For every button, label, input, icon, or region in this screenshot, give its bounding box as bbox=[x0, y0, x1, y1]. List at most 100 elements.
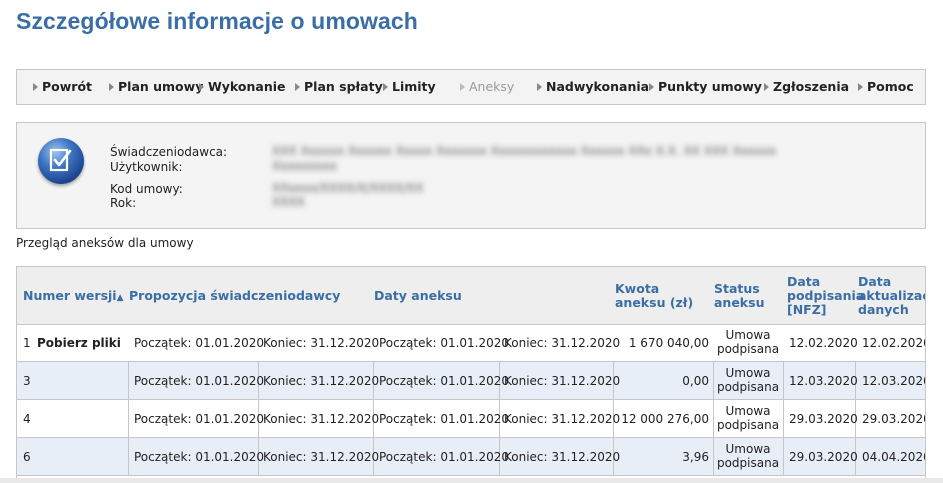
menu-label: Aneksy bbox=[469, 79, 515, 94]
end-label: Koniec: bbox=[504, 374, 548, 388]
start-label: Początek: bbox=[134, 374, 192, 388]
annex-amount: 1 670 040,00 bbox=[628, 336, 709, 350]
end-label: Koniec: bbox=[504, 450, 548, 464]
annex-end: 31.12.2020 bbox=[551, 412, 621, 426]
arrow-right-icon bbox=[649, 83, 654, 91]
table-caption: Przegląd aneksów dla umowy bbox=[16, 236, 194, 250]
document-check-icon bbox=[38, 138, 84, 184]
provider-value: XXX Xxxxxx Xxxxxx Xxxxx Xxxxxxx Xxxxxxxx… bbox=[272, 144, 777, 158]
update-date: 12.03.2020 bbox=[862, 374, 926, 388]
end-label: Koniec: bbox=[263, 336, 307, 350]
table-row: 4 Początek: 01.01.2020 Koniec: 31.12.202… bbox=[17, 400, 925, 438]
proposal-end: 31.12.2020 bbox=[310, 374, 380, 388]
menu-aneksy: Aneksy bbox=[460, 70, 514, 104]
arrow-right-icon bbox=[764, 83, 769, 91]
contract-info-box: Świadczeniodawca: Użytkownik: Kod umowy:… bbox=[16, 122, 926, 229]
annex-end: 31.12.2020 bbox=[551, 374, 621, 388]
arrow-right-icon bbox=[460, 83, 465, 91]
annex-end: 31.12.2020 bbox=[551, 336, 621, 350]
column-divider bbox=[783, 362, 784, 400]
menu-limity[interactable]: Limity bbox=[383, 70, 436, 104]
annex-start: 01.01.2020 bbox=[440, 374, 510, 388]
arrow-right-icon bbox=[858, 83, 863, 91]
update-date: 29.03.2020 bbox=[862, 412, 926, 426]
end-label: Koniec: bbox=[263, 374, 307, 388]
menu-plan-splaty[interactable]: Plan spłaty bbox=[295, 70, 383, 104]
version-number: 1 bbox=[23, 336, 31, 350]
start-label: Początek: bbox=[379, 374, 437, 388]
sort-asc-icon: ▲ bbox=[116, 293, 124, 303]
annex-start: 01.01.2020 bbox=[440, 450, 510, 464]
annex-status: Umowa podpisana bbox=[716, 328, 780, 356]
annex-amount: 3,96 bbox=[682, 450, 709, 464]
end-label: Koniec: bbox=[504, 336, 548, 350]
version-number: 4 bbox=[23, 412, 31, 426]
header-amount: Kwota aneksu (zł) bbox=[615, 281, 694, 310]
menu-label: Plan spłaty bbox=[304, 79, 383, 94]
menu-plan-umowy[interactable]: Plan umowy bbox=[109, 70, 203, 104]
page-title: Szczegółowe informacje o umowach bbox=[16, 8, 418, 34]
signed-date: 29.03.2020 bbox=[789, 450, 858, 464]
header-version-label: Numer wersji bbox=[23, 288, 117, 303]
annex-start: 01.01.2020 bbox=[440, 412, 510, 426]
end-label: Koniec: bbox=[263, 450, 307, 464]
version-number: 3 bbox=[23, 374, 31, 388]
header-status: Status aneksu bbox=[714, 281, 765, 310]
menu-zgloszenia[interactable]: Zgłoszenia bbox=[764, 70, 849, 104]
annex-status: Umowa podpisana bbox=[716, 442, 780, 470]
annex-table: Numer wersji▲ Propozycja świadczeniodawc… bbox=[16, 266, 926, 483]
header-version[interactable]: Numer wersji▲ bbox=[23, 289, 124, 305]
annex-status: Umowa podpisana bbox=[716, 366, 780, 394]
user-value: Xxxxxxxxx bbox=[272, 159, 338, 173]
user-label: Użytkownik: bbox=[110, 160, 183, 174]
column-divider bbox=[128, 438, 129, 476]
table-header: Numer wersji▲ Propozycja świadczeniodawc… bbox=[17, 267, 925, 325]
signed-date: 12.02.2020 bbox=[789, 336, 858, 350]
horizontal-scrollbar[interactable] bbox=[0, 478, 943, 483]
menu-punkty-umowy[interactable]: Punkty umowy bbox=[649, 70, 762, 104]
annex-status: Umowa podpisana bbox=[716, 404, 780, 432]
start-label: Początek: bbox=[379, 412, 437, 426]
contract-code-label: Kod umowy: bbox=[110, 182, 183, 196]
annex-amount: 12 000 276,00 bbox=[621, 412, 709, 426]
menu-wykonanie[interactable]: Wykonanie bbox=[199, 70, 286, 104]
proposal-start: 01.01.2020 bbox=[195, 336, 265, 350]
menu-label: Nadwykonania bbox=[546, 79, 650, 94]
update-date: 04.04.2020 bbox=[862, 450, 926, 464]
start-label: Początek: bbox=[134, 412, 192, 426]
arrow-right-icon bbox=[109, 83, 114, 91]
signed-date: 29.03.2020 bbox=[789, 412, 858, 426]
end-label: Koniec: bbox=[263, 412, 307, 426]
year-value: XXXX bbox=[272, 195, 305, 209]
signed-date: 12.03.2020 bbox=[789, 374, 858, 388]
menu-nadwykonania[interactable]: Nadwykonania bbox=[537, 70, 649, 104]
column-divider bbox=[713, 362, 714, 400]
proposal-start: 01.01.2020 bbox=[195, 450, 265, 464]
header-annex-dates: Daty aneksu bbox=[374, 288, 462, 303]
header-proposal: Propozycja świadczeniodawcy bbox=[129, 288, 341, 303]
arrow-right-icon bbox=[383, 83, 388, 91]
column-divider bbox=[783, 438, 784, 476]
arrow-right-icon bbox=[199, 83, 204, 91]
menu-label: Limity bbox=[392, 79, 436, 94]
top-menu: Powrót Plan umowy Wykonanie Plan spłaty … bbox=[16, 69, 926, 105]
column-divider bbox=[713, 400, 714, 438]
arrow-right-icon bbox=[537, 83, 542, 91]
column-divider bbox=[128, 400, 129, 438]
proposal-end: 31.12.2020 bbox=[310, 336, 380, 350]
menu-label: Zgłoszenia bbox=[773, 79, 850, 94]
arrow-right-icon bbox=[295, 83, 300, 91]
menu-pomoc[interactable]: Pomoc bbox=[858, 70, 914, 104]
header-signed-date: Data podpisania [NFZ] bbox=[787, 274, 865, 317]
table-row: 6 Początek: 01.01.2020 Koniec: 31.12.202… bbox=[17, 438, 925, 476]
annex-amount: 0,00 bbox=[682, 374, 709, 388]
start-label: Początek: bbox=[379, 336, 437, 350]
proposal-end: 31.12.2020 bbox=[310, 412, 380, 426]
menu-back[interactable]: Powrót bbox=[33, 70, 92, 104]
column-divider bbox=[713, 438, 714, 476]
contract-code-value: XXxxxx/XXXX/X/XXXX/XX bbox=[272, 181, 424, 195]
table-row: 3 Początek: 01.01.2020 Koniec: 31.12.202… bbox=[17, 362, 925, 400]
proposal-start: 01.01.2020 bbox=[195, 374, 265, 388]
download-files-link[interactable]: Pobierz pliki bbox=[37, 336, 121, 350]
menu-label: Powrót bbox=[42, 79, 93, 94]
